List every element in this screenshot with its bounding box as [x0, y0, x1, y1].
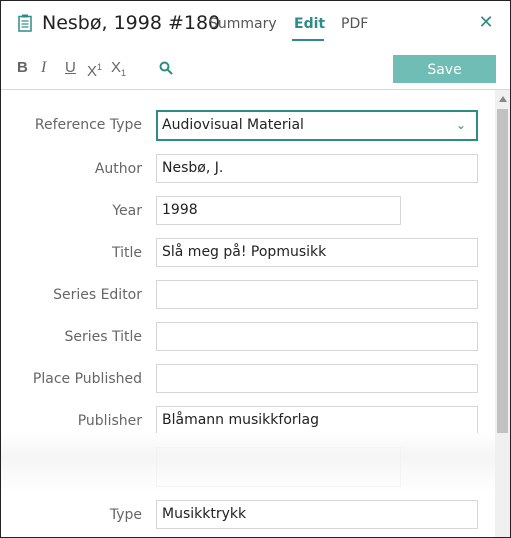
tab-pdf[interactable]: PDF — [341, 16, 368, 32]
type-label: Type — [109, 507, 142, 523]
subscript-button[interactable]: X1 — [111, 59, 126, 79]
reference-title: Nesbø, 1998 #180 — [42, 12, 221, 34]
place-published-field[interactable] — [156, 364, 478, 393]
reference-type-label: Reference Type — [34, 117, 142, 133]
subscript-mark: 1 — [121, 68, 127, 78]
tab-summary[interactable]: Summary — [209, 16, 277, 32]
series-title-field[interactable] — [156, 322, 478, 351]
scroll-up-arrow-icon[interactable] — [499, 96, 507, 102]
type-field[interactable]: Musikktrykk — [156, 500, 478, 529]
bold-button[interactable]: B — [17, 59, 28, 76]
reference-type-select[interactable]: Audiovisual Material ⌄ — [156, 110, 478, 141]
series-editor-label: Series Editor — [53, 287, 142, 303]
search-icon[interactable] — [159, 61, 173, 75]
chevron-down-icon: ⌄ — [455, 118, 466, 132]
underline-button[interactable]: U — [65, 59, 76, 76]
series-title-label: Series Title — [64, 329, 142, 345]
active-tab-indicator — [292, 39, 324, 41]
publisher-label: Publisher — [77, 413, 142, 429]
tab-edit[interactable]: Edit — [294, 16, 325, 32]
subscript-letter: X — [111, 59, 122, 76]
superscript-letter: X — [87, 63, 98, 80]
superscript-button[interactable]: X1 — [87, 59, 102, 80]
faded-field — [156, 447, 401, 487]
save-button[interactable]: Save — [393, 55, 496, 83]
year-label: Year — [112, 203, 142, 219]
title-field[interactable]: Slå meg på! Popmusikk — [156, 238, 478, 267]
reference-editor-panel: Nesbø, 1998 #180 Summary Edit PDF ✕ B I … — [0, 0, 511, 538]
scrollbar-thumb[interactable] — [497, 109, 508, 433]
publisher-field[interactable]: Blåmann musikkforlag — [156, 406, 478, 435]
title-label: Title — [111, 245, 142, 261]
editor-header: Nesbø, 1998 #180 Summary Edit PDF ✕ B I … — [1, 1, 510, 90]
series-editor-field[interactable] — [156, 280, 478, 309]
close-icon[interactable]: ✕ — [478, 14, 494, 32]
author-label: Author — [94, 161, 142, 177]
clipboard-icon — [18, 14, 32, 32]
place-published-label: Place Published — [32, 371, 142, 387]
year-field[interactable]: 1998 — [156, 196, 401, 225]
superscript-mark: 1 — [97, 62, 103, 72]
italic-button[interactable]: I — [41, 59, 46, 77]
author-field[interactable]: Nesbø, J. — [156, 154, 478, 183]
reference-type-value: Audiovisual Material — [162, 117, 304, 133]
